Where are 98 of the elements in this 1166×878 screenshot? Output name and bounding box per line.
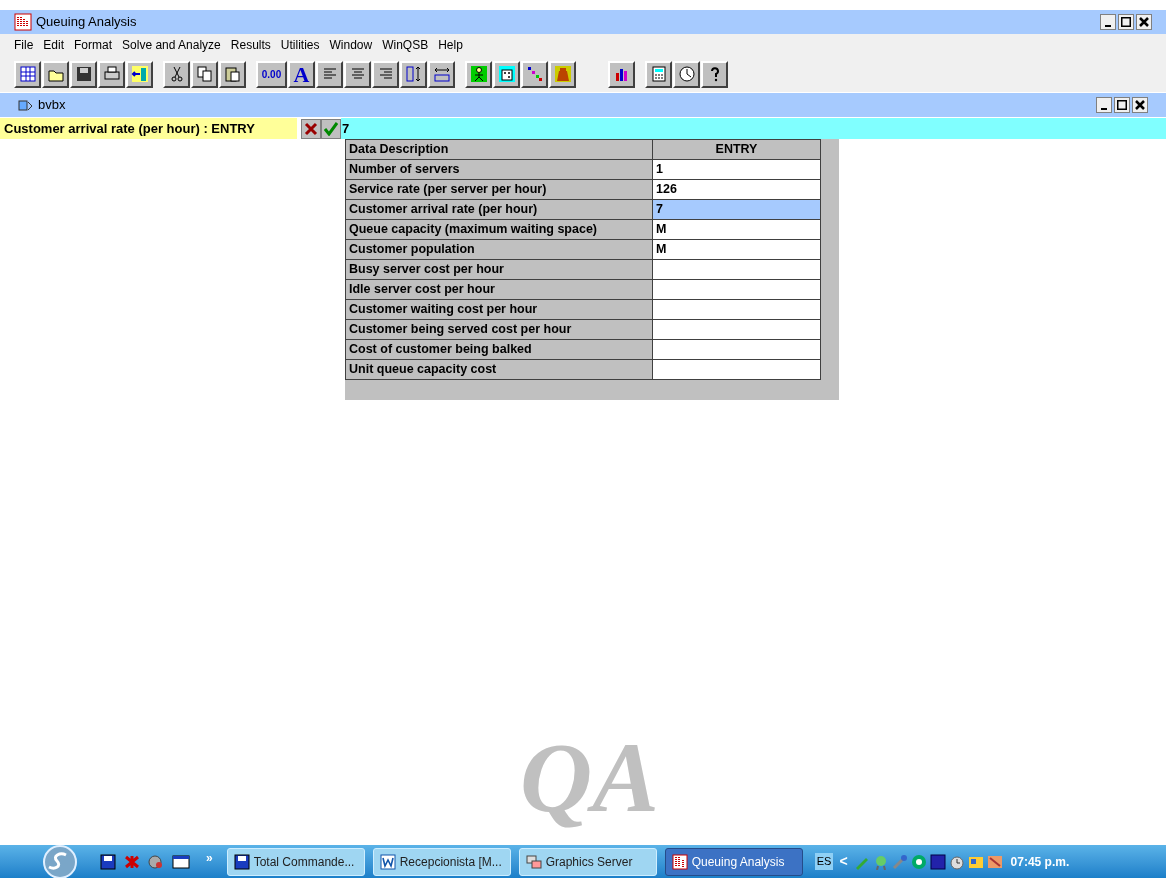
column-width-button[interactable]	[428, 60, 455, 88]
entry-field[interactable]: 7	[341, 118, 1166, 139]
cancel-button[interactable]	[301, 118, 321, 139]
clock: 07:45 p.m.	[1010, 853, 1070, 871]
window-title: bvbx	[38, 96, 66, 115]
close-icon	[1135, 100, 1145, 110]
menu-item[interactable]: Format	[74, 36, 113, 54]
row-label: Service rate (per server per hour)	[345, 179, 653, 200]
minimize-button[interactable]	[1096, 97, 1112, 113]
diagonal-dots-button[interactable]	[521, 60, 548, 88]
copy-button[interactable]	[191, 60, 218, 88]
maximize-button[interactable]	[1118, 14, 1134, 30]
app-icon	[14, 13, 32, 31]
floppy-icon[interactable]	[100, 853, 116, 870]
diagonal-dots-icon	[525, 65, 544, 83]
align-center-button[interactable]	[344, 60, 371, 88]
bug-icon[interactable]	[124, 853, 140, 870]
row-label: Cost of customer being balked	[345, 339, 653, 360]
row-label: Customer population	[345, 239, 653, 260]
window-icon	[18, 98, 34, 112]
language-indicator[interactable]: ES	[814, 853, 834, 870]
taskbar-button[interactable]: Recepcionista [M...	[372, 847, 511, 876]
app-icon	[379, 853, 396, 870]
ring-icon	[910, 853, 927, 870]
save-button[interactable]	[70, 60, 97, 88]
menu-item[interactable]: Solve and Analyze	[122, 36, 221, 54]
minimize-icon	[1105, 24, 1111, 27]
menu-item[interactable]: WinQSB	[382, 36, 429, 54]
font-button[interactable]: A	[288, 60, 315, 88]
menu-item[interactable]: Results	[230, 36, 271, 54]
row-height-icon	[404, 65, 423, 83]
cut-button[interactable]	[163, 60, 190, 88]
stopwatch-button[interactable]	[673, 60, 700, 88]
print-button[interactable]	[98, 60, 125, 88]
taskbar-button[interactable]: Graphics Server	[518, 847, 657, 876]
exit-door-button[interactable]	[126, 60, 153, 88]
background-logo: QA	[520, 728, 659, 828]
app-icon	[671, 853, 688, 870]
help-button[interactable]	[701, 60, 728, 88]
save-icon	[74, 65, 93, 83]
paste-icon	[223, 65, 242, 83]
exit-door-icon	[130, 65, 149, 83]
folder-button[interactable]	[42, 60, 69, 88]
figure-button[interactable]	[465, 60, 492, 88]
dice-button[interactable]	[493, 60, 520, 88]
align-left-button[interactable]	[316, 60, 343, 88]
menu-item[interactable]: Window	[329, 36, 373, 54]
close-button[interactable]	[1136, 14, 1152, 30]
taskbar-button[interactable]: Queuing Analysis	[664, 847, 803, 876]
entry-label: Customer arrival rate (per hour) : ENTRY	[0, 118, 297, 139]
monitor-icon	[929, 853, 946, 870]
decimal-format-button[interactable]: 0.00	[256, 60, 287, 88]
minimize-icon	[1101, 107, 1107, 110]
grid-icon	[18, 65, 37, 83]
calculator-button[interactable]	[645, 60, 672, 88]
menu-item[interactable]: Help	[438, 36, 463, 54]
maximize-icon	[1117, 100, 1127, 110]
menu-item[interactable]: Edit	[43, 36, 65, 54]
row-label: Customer arrival rate (per hour)	[345, 199, 653, 220]
align-right-button[interactable]	[372, 60, 399, 88]
jar-icon	[553, 65, 572, 83]
menu-item[interactable]: File	[14, 36, 34, 54]
row-label: Idle server cost per hour	[345, 279, 653, 300]
menu-item[interactable]: Utilities	[280, 36, 320, 54]
window-icon[interactable]	[172, 853, 190, 870]
maximize-button[interactable]	[1114, 97, 1130, 113]
dice-icon	[497, 65, 516, 83]
grid-button[interactable]	[14, 60, 41, 88]
close-icon	[1139, 17, 1149, 27]
app-icon	[525, 853, 542, 870]
bar-chart-button[interactable]	[608, 60, 635, 88]
column-width-icon	[432, 65, 451, 83]
clock-icon	[948, 853, 965, 870]
row-label: Number of servers	[345, 159, 653, 180]
row-label: Busy server cost per hour	[345, 259, 653, 280]
check-icon	[324, 121, 338, 136]
row-label: Queue capacity (maximum waiting space)	[345, 219, 653, 240]
app-icon	[233, 853, 250, 870]
row-height-button[interactable]	[400, 60, 427, 88]
paste-button[interactable]	[219, 60, 246, 88]
taskbar-button[interactable]: Total Commande...	[226, 847, 365, 876]
window-title: Queuing Analysis	[36, 13, 137, 32]
copy-icon	[195, 65, 214, 83]
figure-icon	[469, 65, 488, 83]
jar-button[interactable]	[549, 60, 576, 88]
confirm-button[interactable]	[321, 118, 341, 139]
calculator-icon	[649, 65, 668, 83]
cross-icon	[304, 121, 318, 136]
minimize-button[interactable]	[1100, 14, 1116, 30]
maximize-icon	[1121, 17, 1131, 27]
column-header: Data Description	[345, 139, 653, 160]
column-header: ENTRY	[652, 139, 821, 160]
close-button[interactable]	[1132, 97, 1148, 113]
row-label: Customer being served cost per hour	[345, 319, 653, 340]
row-label: Unit queue capacity cost	[345, 359, 653, 380]
stopwatch-icon	[677, 65, 696, 83]
print-icon	[102, 65, 121, 83]
row-label: Customer waiting cost per hour	[345, 299, 653, 320]
